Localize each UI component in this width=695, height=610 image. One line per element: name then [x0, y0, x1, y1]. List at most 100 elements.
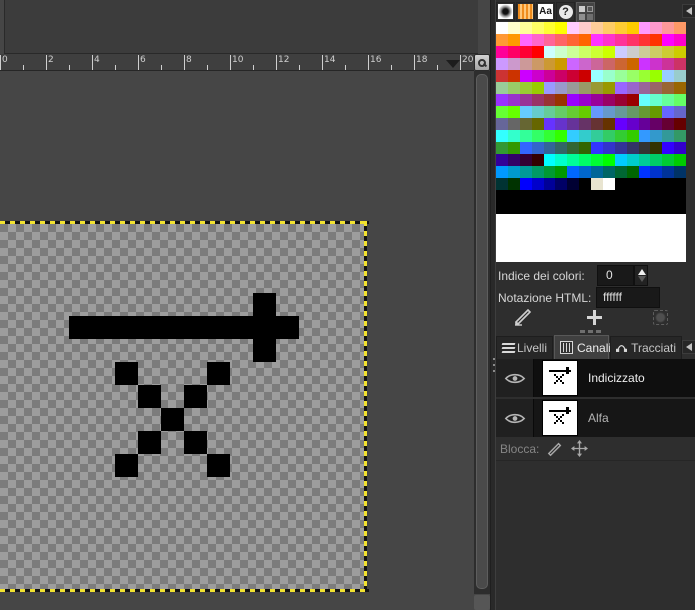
- palette-cell[interactable]: [531, 190, 544, 202]
- palette-cell[interactable]: [555, 190, 568, 202]
- palette-cell[interactable]: [662, 118, 675, 130]
- palette-cell[interactable]: [555, 46, 568, 58]
- palette-cell[interactable]: [496, 142, 508, 154]
- palette-cell[interactable]: [567, 34, 580, 46]
- palette-cell[interactable]: [662, 46, 675, 58]
- palette-cell[interactable]: [555, 106, 568, 118]
- palette-cell[interactable]: [662, 154, 675, 166]
- palette-cell[interactable]: [626, 142, 639, 154]
- palette-cell[interactable]: [579, 166, 591, 178]
- palette-cell[interactable]: [519, 46, 532, 58]
- palette-cell[interactable]: [591, 58, 603, 70]
- palette-cell[interactable]: [626, 118, 639, 130]
- palette-cell[interactable]: [638, 130, 651, 142]
- palette-cell[interactable]: [507, 22, 520, 34]
- palette-cell[interactable]: [531, 34, 544, 46]
- palette-cell[interactable]: [496, 106, 508, 118]
- channel-row-indicizzato[interactable]: Indicizzato: [496, 359, 695, 397]
- palette-cell[interactable]: [674, 190, 686, 202]
- palette-cell[interactable]: [543, 70, 556, 82]
- palette-cell[interactable]: [602, 202, 615, 214]
- palette-cell[interactable]: [591, 70, 603, 82]
- palette-cell[interactable]: [650, 94, 663, 106]
- palette-cell[interactable]: [507, 70, 520, 82]
- palette-cell[interactable]: [602, 46, 615, 58]
- palette-cell[interactable]: [591, 202, 603, 214]
- palette-cell[interactable]: [531, 94, 544, 106]
- palette-cell[interactable]: [614, 178, 627, 190]
- palette-cell[interactable]: [614, 94, 627, 106]
- lock-position-move-icon[interactable]: [571, 440, 589, 457]
- palette-cell[interactable]: [591, 190, 603, 202]
- palette-cell[interactable]: [650, 154, 663, 166]
- palette-cell[interactable]: [543, 118, 556, 130]
- palette-cell[interactable]: [519, 82, 532, 94]
- palette-cell[interactable]: [579, 190, 591, 202]
- palette-cell[interactable]: [650, 22, 663, 34]
- dock-tab-patterns[interactable]: [516, 2, 535, 21]
- palette-cell[interactable]: [674, 106, 686, 118]
- palette-cell[interactable]: [626, 82, 639, 94]
- palette-cell[interactable]: [638, 178, 651, 190]
- palette-cell[interactable]: [602, 82, 615, 94]
- palette-cell[interactable]: [626, 94, 639, 106]
- palette-cell[interactable]: [602, 178, 615, 190]
- color-index-spinbox[interactable]: 0: [597, 265, 634, 286]
- palette-cell[interactable]: [602, 190, 615, 202]
- dock-tab-colormap[interactable]: [576, 2, 595, 23]
- palette-cell[interactable]: [674, 130, 686, 142]
- palette-cell[interactable]: [519, 178, 532, 190]
- palette-cell[interactable]: [602, 106, 615, 118]
- palette-cell[interactable]: [614, 82, 627, 94]
- palette-cell[interactable]: [626, 166, 639, 178]
- tab-layers[interactable]: Livelli: [496, 336, 553, 359]
- palette-cell[interactable]: [662, 22, 675, 34]
- palette-cell[interactable]: [555, 82, 568, 94]
- palette-cell[interactable]: [614, 142, 627, 154]
- palette-cell[interactable]: [638, 154, 651, 166]
- palette-cell[interactable]: [507, 202, 520, 214]
- palette-cell[interactable]: [519, 142, 532, 154]
- palette-cell[interactable]: [674, 154, 686, 166]
- palette-cell[interactable]: [567, 154, 580, 166]
- palette-cell[interactable]: [626, 106, 639, 118]
- palette-cell[interactable]: [638, 22, 651, 34]
- palette-cell[interactable]: [555, 22, 568, 34]
- palette-cell[interactable]: [543, 154, 556, 166]
- palette-cell[interactable]: [519, 118, 532, 130]
- palette-cell[interactable]: [674, 166, 686, 178]
- image-canvas[interactable]: [0, 71, 474, 594]
- palette-cell[interactable]: [519, 166, 532, 178]
- palette-cell[interactable]: [496, 130, 508, 142]
- channel-row-alfa[interactable]: Alfa: [496, 399, 695, 437]
- palette-cell[interactable]: [638, 58, 651, 70]
- select-color-button[interactable]: [648, 307, 672, 327]
- palette-cell[interactable]: [614, 34, 627, 46]
- palette-cell[interactable]: [650, 70, 663, 82]
- palette-cell[interactable]: [638, 94, 651, 106]
- palette-cell[interactable]: [496, 178, 508, 190]
- spin-down-icon[interactable]: [638, 276, 646, 282]
- palette-cell[interactable]: [507, 46, 520, 58]
- palette-cell[interactable]: [507, 34, 520, 46]
- palette-cell[interactable]: [507, 142, 520, 154]
- tab-paths[interactable]: Tracciati: [610, 336, 682, 359]
- palette-cell[interactable]: [543, 142, 556, 154]
- zoom-follow-window-button[interactable]: [474, 54, 490, 71]
- palette-cell[interactable]: [543, 166, 556, 178]
- palette-cell[interactable]: [531, 178, 544, 190]
- palette-cell[interactable]: [650, 34, 663, 46]
- lock-pixels-icon[interactable]: [547, 441, 563, 457]
- palette-cell[interactable]: [591, 154, 603, 166]
- palette-cell[interactable]: [567, 70, 580, 82]
- palette-cell[interactable]: [555, 34, 568, 46]
- dock-tab-brushes[interactable]: [496, 2, 515, 21]
- palette-cell[interactable]: [662, 142, 675, 154]
- palette-cell[interactable]: [662, 130, 675, 142]
- palette-cell[interactable]: [638, 166, 651, 178]
- palette-cell[interactable]: [543, 34, 556, 46]
- palette-cell[interactable]: [638, 82, 651, 94]
- palette-cell[interactable]: [567, 178, 580, 190]
- palette-cell[interactable]: [662, 166, 675, 178]
- palette-cell[interactable]: [543, 202, 556, 214]
